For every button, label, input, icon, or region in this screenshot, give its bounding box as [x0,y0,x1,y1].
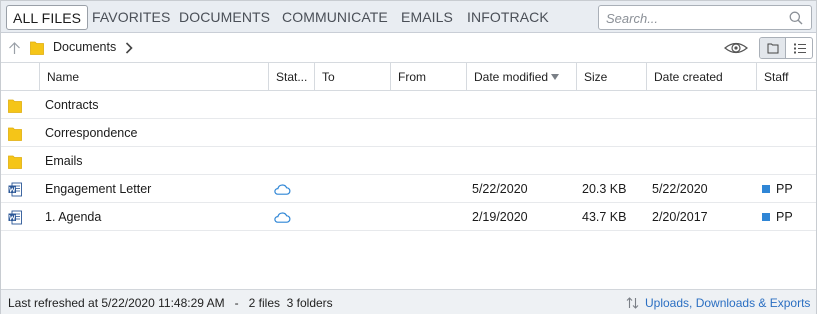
search-box [598,5,812,30]
column-header-icon[interactable] [1,63,39,91]
column-header-date-modified[interactable]: Date modified [466,63,576,91]
file-name: Emails [45,154,83,168]
column-header-from[interactable]: From [390,63,466,91]
uploads-downloads-exports-link[interactable]: Uploads, Downloads & Exports [645,296,810,310]
up-arrow-icon[interactable] [8,41,21,55]
folder-icon [30,41,44,55]
file-name: Correspondence [45,126,138,140]
column-header-size[interactable]: Size [576,63,646,91]
word-document-icon [8,182,22,197]
tab-infotrack[interactable]: INFOTRACK [467,5,549,29]
table-row[interactable]: Correspondence [1,119,816,147]
chevron-right-icon[interactable] [125,42,133,54]
status-text: Last refreshed at 5/22/2020 11:48:29 AM … [8,296,333,310]
date-created: 5/22/2020 [652,182,708,196]
tab-all-files[interactable]: ALL FILES [6,5,89,30]
word-document-icon [8,210,22,225]
file-name: Engagement Letter [45,182,152,196]
staff-color-square [762,185,770,193]
breadcrumb-documents[interactable]: Documents [53,40,116,54]
column-header-to[interactable]: To [314,63,390,91]
tab-communicate[interactable]: COMMUNICATE [282,5,388,29]
table-row[interactable]: 1. Agenda 2/19/2020 43.7 KB 2/20/2017 PP [1,203,816,231]
tab-bar: ALL FILES FAVORITES DOCUMENTS COMMUNICAT… [1,1,816,33]
status-bar: Last refreshed at 5/22/2020 11:48:29 AM … [1,289,816,314]
table-header: Name Stat... To From Date modified Size … [1,63,816,91]
sort-descending-icon [551,74,559,80]
staff-color-square [762,213,770,221]
status-separator: - [234,296,239,310]
date-modified: 2/19/2020 [472,210,528,224]
breadcrumb-toolbar: Documents [1,33,816,63]
table-row[interactable]: Contracts [1,91,816,119]
column-header-date-created[interactable]: Date created [646,63,756,91]
tab-favorites[interactable]: FAVORITES [92,5,170,29]
file-name: 1. Agenda [45,210,102,224]
tab-documents[interactable]: DOCUMENTS [179,5,270,29]
list-view-button[interactable] [787,38,812,58]
preview-eye-icon[interactable] [722,38,750,58]
app-window: ALL FILES FAVORITES DOCUMENTS COMMUNICAT… [0,0,817,314]
folder-icon [8,99,22,113]
folder-view-button[interactable] [760,38,786,58]
transfer-arrows-icon [626,297,639,309]
column-header-name[interactable]: Name [39,63,268,91]
file-name: Contracts [45,98,99,112]
folder-outline-icon [767,43,779,54]
table-row[interactable]: Emails [1,147,816,175]
staff-initials: PP [776,210,793,224]
list-icon [794,43,806,54]
search-icon[interactable] [789,11,803,25]
cloud-icon [274,212,291,223]
staff-initials: PP [776,182,793,196]
file-table: Name Stat... To From Date modified Size … [1,63,816,289]
file-size: 20.3 KB [582,182,627,196]
column-header-status[interactable]: Stat... [268,63,314,91]
file-size: 43.7 KB [582,210,627,224]
last-refreshed-text: Last refreshed at 5/22/2020 11:48:29 AM [8,296,225,310]
column-header-staff[interactable]: Staff [756,63,816,91]
date-created: 2/20/2017 [652,210,708,224]
view-toggle-group [759,37,813,59]
tab-emails[interactable]: EMAILS [401,5,453,29]
item-counts: 2 files 3 folders [248,296,333,310]
date-modified: 5/22/2020 [472,182,528,196]
folder-icon [8,127,22,141]
cloud-icon [274,184,291,195]
table-row[interactable]: Engagement Letter 5/22/2020 20.3 KB 5/22… [1,175,816,203]
column-header-date-modified-label: Date modified [474,70,549,84]
search-input[interactable] [606,9,786,27]
folder-icon [8,155,22,169]
